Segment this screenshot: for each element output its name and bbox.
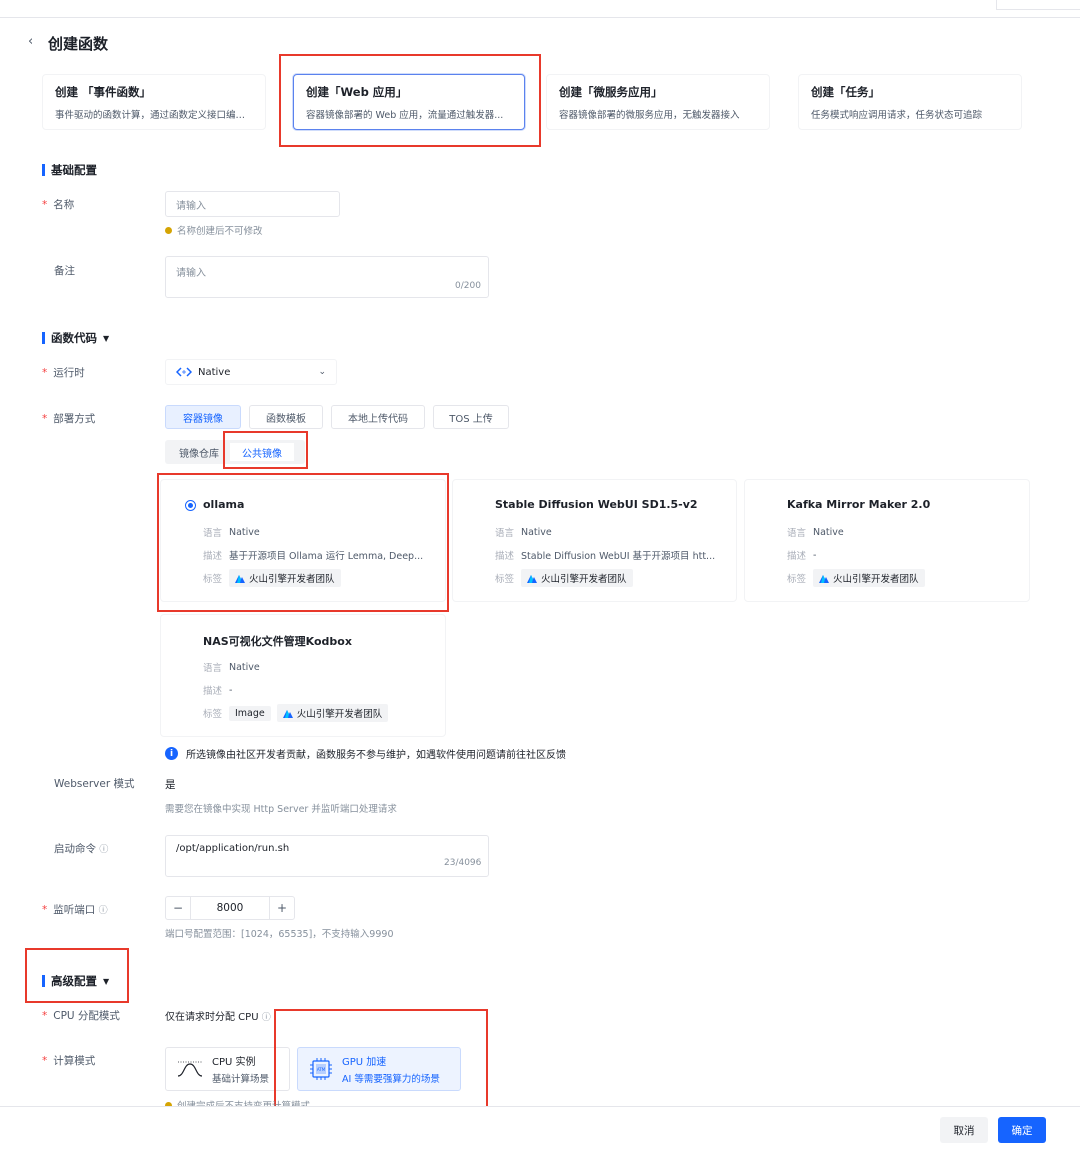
image-card-stable-diffusion[interactable]: Stable Diffusion WebUI SD1.5-v2 语言 Native… [452, 479, 737, 602]
mode-title: CPU 实例 [212, 1057, 256, 1068]
port-hint: 端口号配置范围：[1024，65535]，不支持输入9990 [165, 929, 394, 940]
cpu-mode-value: 仅在请求时分配 CPU ⓘ [165, 1012, 271, 1023]
cpu-mode-label: * CPU 分配模式 [42, 1010, 120, 1022]
port-label: * 监听端口 ⓘ [42, 904, 108, 916]
cmd-counter: 23/4096 [444, 858, 482, 868]
webserver-hint: 需要您在镜像中实现 Http Server 并监听端口处理请求 [165, 804, 397, 815]
deploy-label: * 部署方式 [42, 413, 96, 425]
top-bar [0, 0, 1080, 18]
image-card-kodbox[interactable]: NAS可视化文件管理Kodbox 语言 Native 描述 - 标签 Image 火… [160, 614, 446, 737]
type-card-title: 创建 「事件函数」 [55, 85, 152, 99]
community-notice: i 所选镜像由社区开发者贡献，函数服务不参与维护，如遇软件使用问题请前往社区反馈 [165, 746, 566, 761]
type-card-desc: 任务模式响应调用请求，任务状态可追踪 [811, 110, 983, 121]
type-card-event[interactable]: 创建 「事件函数」 事件驱动的函数计算，通过函数定义接口编写... [42, 74, 266, 130]
footer-bar [0, 1106, 1080, 1154]
cmd-label: 启动命令 ⓘ [54, 843, 109, 855]
remark-label: 备注 [54, 265, 75, 277]
type-card-task[interactable]: 创建「任务」 任务模式响应调用请求，任务状态可追踪 [798, 74, 1022, 130]
runtime-select[interactable]: Native ⌄ [165, 359, 337, 385]
section-basic: 基础配置 [42, 162, 97, 178]
remark-counter: 0/200 [455, 281, 481, 291]
cmd-textarea[interactable]: /opt/application/run.sh [165, 835, 489, 877]
tab-container-image[interactable]: 容器镜像 [165, 405, 241, 429]
highlight-box-public-image [223, 431, 308, 469]
image-tags-row: 标签 火山引擎开发者团队 [787, 569, 931, 587]
tab-local-upload[interactable]: 本地上传代码 [331, 405, 425, 429]
section-bar [42, 164, 45, 176]
section-code[interactable]: 函数代码 ▼ [42, 330, 109, 346]
image-name: Kafka Mirror Maker 2.0 [787, 498, 931, 511]
runtime-label: * 运行时 [42, 367, 85, 379]
tag-volcengine: 火山引擎开发者团队 [521, 569, 633, 587]
image-lang-row: 语言 Native [495, 526, 552, 540]
top-search[interactable] [996, 0, 1080, 10]
info-circle-icon: ⓘ [261, 1013, 271, 1023]
cancel-button[interactable]: 取消 [940, 1117, 988, 1143]
webserver-label: Webserver 模式 [54, 778, 135, 790]
name-hint: 名称创建后不可修改 [165, 223, 263, 237]
minus-button[interactable]: − [166, 901, 190, 915]
mode-card-cpu[interactable]: CPU 实例 基础计算场景 [165, 1047, 290, 1091]
highlight-box-advanced [25, 948, 129, 1003]
tab-tos-upload[interactable]: TOS 上传 [433, 405, 509, 429]
type-card-microservice[interactable]: 创建「微服务应用」 容器镜像部署的微服务应用，无触发器接入 [546, 74, 770, 130]
image-tags-row: 标签 火山引擎开发者团队 [495, 569, 639, 587]
port-stepper[interactable]: − 8000 + [165, 896, 295, 920]
chevron-down-icon: ⌄ [318, 367, 326, 377]
info-circle-icon: ⓘ [98, 906, 108, 916]
volcengine-logo-icon [527, 575, 537, 583]
tab-image-repo[interactable]: 镜像仓库 [170, 440, 228, 464]
volcengine-logo-icon [282, 710, 293, 718]
image-lang-row: 语言 Native [787, 526, 844, 540]
port-value[interactable]: 8000 [190, 897, 270, 919]
image-desc-row: 描述 - [203, 684, 233, 698]
tab-function-template[interactable]: 函数模板 [249, 405, 323, 429]
info-icon: i [165, 747, 178, 760]
type-card-title: 创建「任务」 [811, 85, 880, 99]
image-tags-row: 标签 Image 火山引擎开发者团队 [203, 704, 394, 722]
tag-volcengine: 火山引擎开发者团队 [276, 704, 389, 722]
plus-button[interactable]: + [270, 901, 294, 915]
mode-desc: 基础计算场景 [212, 1074, 270, 1085]
remark-textarea[interactable]: 请输入 [165, 256, 489, 298]
image-desc-row: 描述 - [787, 549, 817, 563]
warning-icon [165, 226, 172, 234]
volcengine-logo-icon [819, 575, 829, 583]
chevron-left-icon[interactable]: ‹ [28, 34, 33, 49]
highlight-box-web-app [279, 54, 541, 147]
section-bar [42, 332, 45, 344]
caret-down-icon: ▼ [103, 333, 110, 343]
confirm-button[interactable]: 确定 [998, 1117, 1046, 1143]
image-desc-row: 描述 Stable Diffusion WebUI 基于开源项目 htt... [495, 551, 716, 562]
waveform-icon [177, 1061, 203, 1077]
page-title: 创建函数 [48, 35, 109, 53]
image-name: NAS可视化文件管理Kodbox [203, 635, 352, 648]
tag-image: Image [229, 705, 271, 721]
native-icon [176, 367, 192, 377]
section-title: 函数代码 [51, 331, 97, 345]
webserver-value: 是 [165, 779, 176, 791]
image-name: Stable Diffusion WebUI SD1.5-v2 [495, 498, 698, 511]
compute-mode-label: * 计算模式 [42, 1055, 96, 1067]
type-card-desc: 事件驱动的函数计算，通过函数定义接口编写... [55, 110, 253, 121]
section-title: 基础配置 [51, 163, 97, 177]
type-card-desc: 容器镜像部署的微服务应用，无触发器接入 [559, 110, 740, 121]
image-lang-row: 语言 Native [203, 661, 260, 675]
highlight-box-ollama [157, 473, 449, 612]
name-input[interactable]: 请输入 [165, 191, 340, 217]
name-label: * 名称 [42, 199, 75, 211]
tag-volcengine: 火山引擎开发者团队 [813, 569, 925, 587]
image-card-kafka[interactable]: Kafka Mirror Maker 2.0 语言 Native 描述 - 标签 火… [744, 479, 1030, 602]
info-circle-icon: ⓘ [99, 845, 109, 855]
type-card-title: 创建「微服务应用」 [559, 85, 663, 99]
